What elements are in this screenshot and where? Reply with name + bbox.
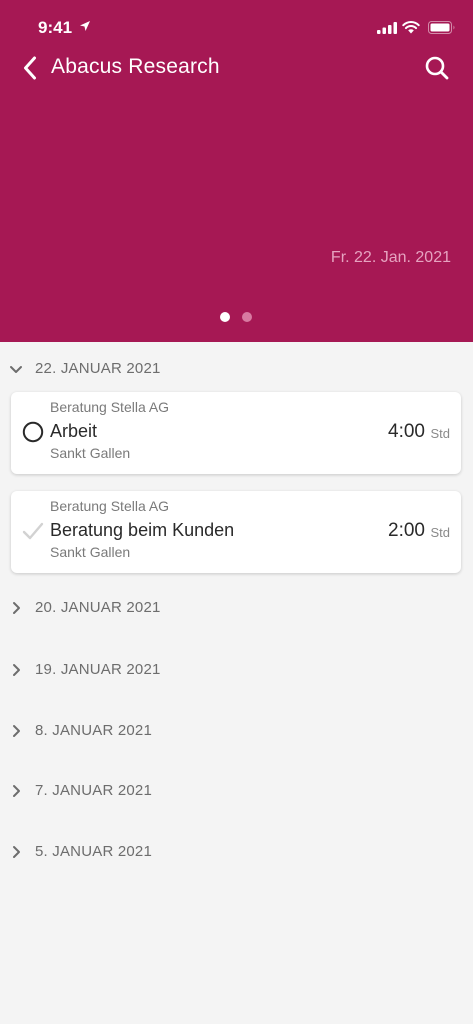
section-label: 19. JANUAR 2021 — [35, 661, 161, 678]
section-header-22-januar[interactable]: 22. JANUAR 2021 — [0, 354, 473, 384]
entry-unit: Std — [430, 525, 450, 540]
entry-card[interactable]: Beratung Stella AG Beratung beim Kunden … — [11, 491, 461, 573]
chevron-right-icon — [13, 602, 20, 614]
status-bar: 9:41 — [0, 0, 473, 50]
open-circle-icon[interactable] — [22, 421, 44, 443]
wifi-icon — [402, 21, 420, 34]
section-header-8-januar[interactable]: 8. JANUAR 2021 — [0, 716, 473, 746]
search-icon — [425, 56, 449, 80]
entry-unit: Std — [430, 426, 450, 441]
location-arrow-icon — [80, 21, 90, 31]
navigation-bar: Abacus Research — [0, 50, 473, 86]
entry-hours: 2:00 — [388, 520, 425, 541]
back-button[interactable] — [16, 54, 44, 82]
checkmark-icon[interactable] — [22, 520, 44, 542]
section-header-5-januar[interactable]: 5. JANUAR 2021 — [0, 837, 473, 867]
section-header-20-januar[interactable]: 20. JANUAR 2021 — [0, 593, 473, 623]
entry-place: Sankt Gallen — [50, 445, 131, 461]
section-header-19-januar[interactable]: 19. JANUAR 2021 — [0, 655, 473, 685]
entry-place: Sankt Gallen — [50, 544, 131, 560]
chevron-right-icon — [13, 725, 20, 737]
section-label: 5. JANUAR 2021 — [35, 843, 153, 860]
section-label: 8. JANUAR 2021 — [35, 722, 153, 739]
section-label: 7. JANUAR 2021 — [35, 782, 153, 799]
entry-hours: 4:00 — [388, 421, 425, 442]
entry-title: Beratung beim Kunden — [50, 520, 235, 540]
page-dot-1[interactable] — [220, 312, 230, 322]
entry-card[interactable]: Beratung Stella AG Arbeit Sankt Gallen 4… — [11, 392, 461, 474]
section-header-7-januar[interactable]: 7. JANUAR 2021 — [0, 776, 473, 806]
chevron-right-icon — [13, 785, 20, 797]
header-banner: 9:41 Abacus Research Fr. 22. Jan. 2021 — [0, 0, 473, 342]
chevron-right-icon — [13, 846, 20, 858]
battery-icon — [428, 21, 455, 34]
entry-company: Beratung Stella AG — [50, 498, 170, 514]
page-indicator — [0, 312, 473, 324]
cellular-signal-icon — [377, 22, 397, 34]
entry-company: Beratung Stella AG — [50, 399, 170, 415]
section-label: 20. JANUAR 2021 — [35, 599, 161, 616]
page-title: Abacus Research — [51, 55, 220, 78]
selected-date: Fr. 22. Jan. 2021 — [330, 249, 451, 266]
chevron-left-icon — [24, 56, 36, 80]
page-dot-2[interactable] — [242, 312, 252, 322]
search-button[interactable] — [421, 53, 453, 83]
status-time: 9:41 — [38, 18, 73, 37]
section-label: 22. JANUAR 2021 — [35, 360, 161, 377]
chevron-right-icon — [13, 664, 20, 676]
chevron-down-icon — [10, 366, 22, 373]
entry-title: Arbeit — [50, 421, 98, 441]
